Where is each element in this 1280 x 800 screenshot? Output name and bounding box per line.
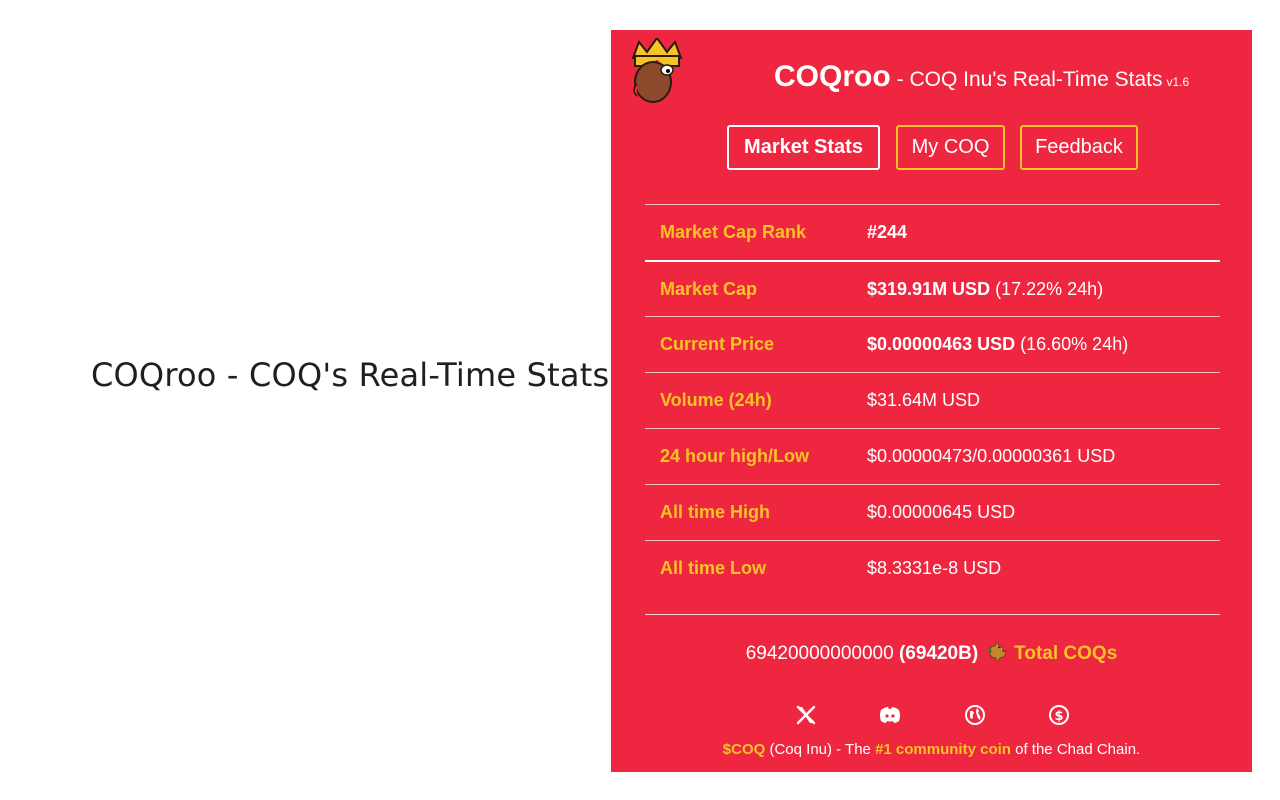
stat-label: 24 hour high/Low: [660, 446, 809, 466]
supply-amount: 69420000000000: [745, 643, 894, 664]
stat-value: $0.00000645 USD: [867, 502, 1016, 522]
stat-row-24h-high-low: 24 hour high/Low $0.00000473/0.00000361 …: [645, 428, 1220, 484]
brand-name: COQroo: [774, 60, 891, 93]
stat-row-market-cap: Market Cap $319.91M USD (17.22% 24h): [645, 260, 1220, 316]
stat-row-volume: Volume (24h) $31.64M USD: [645, 372, 1220, 428]
stat-value: $0.00000463 USD (16.60% 24h): [867, 334, 1129, 354]
svg-text:$: $: [1054, 709, 1063, 724]
footer-highlight[interactable]: #1 community coin: [875, 741, 1011, 758]
stat-label: Current Price: [660, 334, 775, 354]
version-label: v1.6: [1166, 75, 1190, 89]
x-icon[interactable]: [793, 702, 819, 728]
tab-market-stats[interactable]: Market Stats: [727, 125, 880, 170]
stat-value: #244: [867, 222, 908, 242]
stat-value: $0.00000473/0.00000361 USD: [867, 446, 1116, 466]
stat-label: All time Low: [660, 558, 767, 578]
stat-row-current-price: Current Price $0.00000463 USD (16.60% 24…: [645, 316, 1220, 372]
stat-row-ath: All time High $0.00000645 USD: [645, 484, 1220, 540]
header-title: COQroo - COQ Inu's Real-Time Stats v1.6: [774, 60, 1234, 94]
stat-label: Market Cap: [660, 278, 758, 299]
extension-popup: COQroo - COQ Inu's Real-Time Stats v1.6 Ma…: [611, 30, 1252, 772]
supply-amount-short: (69420B): [898, 643, 979, 664]
stat-label: All time High: [660, 502, 771, 522]
stat-value: $8.3331e-8 USD: [867, 558, 1002, 578]
stat-row-market-cap-rank: Market Cap Rank #244: [645, 204, 1220, 260]
social-links: $: [611, 702, 1252, 728]
footer-ticker[interactable]: $COQ: [723, 741, 766, 758]
stat-value: $319.91M USD (17.22% 24h): [867, 278, 1104, 299]
footer-text: $COQ (Coq Inu) - The #1 community coin o…: [722, 741, 1141, 758]
stat-label: Market Cap Rank: [660, 222, 807, 242]
stat-row-atl: All time Low $8.3331e-8 USD: [645, 540, 1220, 596]
divider: [645, 614, 1220, 615]
header-subtitle: - COQ Inu's Real-Time Stats: [896, 68, 1163, 91]
stats-table: Market Cap Rank #244 Market Cap $319.91M…: [645, 204, 1220, 615]
tab-feedback[interactable]: Feedback: [1020, 125, 1138, 170]
total-supply: 69420000000000 (69420B) Total COQs: [611, 640, 1252, 668]
coin-icon[interactable]: $: [1046, 702, 1072, 728]
page-caption: COQroo - COQ's Real-Time Stats: [91, 356, 610, 394]
rooster-icon: [986, 640, 1008, 668]
stat-value: $31.64M USD: [867, 390, 981, 410]
tab-bar: Market Stats My COQ Feedback: [611, 125, 1252, 175]
tab-my-coq[interactable]: My COQ: [896, 125, 1005, 170]
globe-icon[interactable]: [962, 702, 988, 728]
coq-logo: [627, 36, 687, 106]
discord-icon[interactable]: [877, 702, 903, 728]
supply-label: Total COQs: [1014, 643, 1118, 664]
stat-label: Volume (24h): [660, 390, 772, 410]
